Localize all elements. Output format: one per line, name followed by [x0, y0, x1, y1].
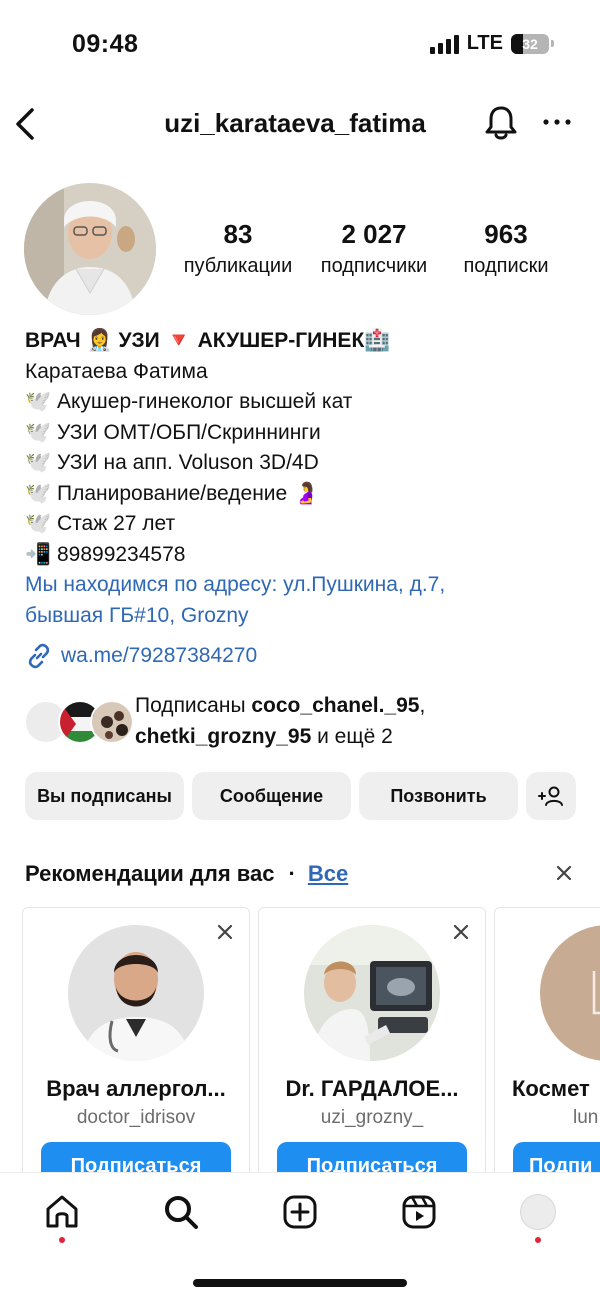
home-indicator: [193, 1279, 407, 1287]
nav-create[interactable]: [277, 1189, 323, 1235]
avatar-image: [24, 183, 156, 315]
more-options-icon[interactable]: [540, 112, 574, 132]
notification-dot: [535, 1237, 541, 1243]
bio-name: Каратаева Фатима: [25, 359, 208, 383]
bio-line: 🕊️ УЗИ на апп. Voluson 3D/4D: [25, 451, 319, 474]
followed-by-prefix: Подписаны: [135, 694, 252, 717]
close-icon[interactable]: [215, 922, 235, 942]
separator-dot: ·: [288, 861, 296, 886]
card-avatar[interactable]: [68, 925, 204, 1061]
nav-search[interactable]: [158, 1189, 204, 1235]
see-all-link[interactable]: Все: [308, 861, 348, 887]
card-username: uzi_grozny_: [320, 1107, 424, 1128]
create-post-icon: [283, 1195, 317, 1229]
battery-icon: 32: [511, 33, 549, 54]
card-username: lun: [573, 1107, 599, 1128]
recommendation-card[interactable]: Врач аллергол... doctor_idrisov Подписат…: [22, 907, 250, 1172]
suggest-people-button[interactable]: [526, 772, 576, 820]
profile-link[interactable]: wa.me/79287384270: [25, 642, 257, 670]
card-avatar-image: [68, 925, 204, 1061]
stat-posts-value: 83: [223, 219, 253, 249]
signal-icon: [429, 34, 459, 54]
stat-posts[interactable]: 83 публикации: [170, 218, 306, 282]
profile-bio: ВРАЧ 👩‍⚕️ УЗИ 🔻 АКУШЕР-ГИНЕК🏥 Каратаева …: [25, 326, 585, 631]
card-avatar-image: [304, 925, 440, 1061]
following-button[interactable]: Вы подписаны: [25, 772, 184, 820]
follower-avatar-image: [92, 702, 132, 742]
card-username: doctor_idrisov: [76, 1107, 196, 1128]
bio-line: 🕊️ Планирование/ведение 🤰: [25, 481, 320, 505]
home-icon: [46, 1195, 78, 1228]
profile-avatar-small: [520, 1194, 556, 1230]
recommendations-header: Рекомендации для вас · Все: [25, 856, 585, 892]
followed-by-user[interactable]: coco_chanel._95: [251, 694, 419, 717]
recommendations-carousel[interactable]: Врач аллергол... doctor_idrisov Подписат…: [22, 907, 600, 1172]
nav-home[interactable]: [39, 1189, 85, 1235]
followed-by-user[interactable]: chetki_grozny_95: [135, 725, 311, 748]
bio-line: 🕊️ УЗИ ОМТ/ОБП/Скриннинги: [25, 420, 321, 444]
follower-avatar: [90, 700, 134, 744]
card-name: Врач аллергол...: [46, 1076, 226, 1101]
stat-following[interactable]: 963 подписки: [442, 218, 570, 282]
card-avatar-image: [540, 925, 600, 1061]
card-avatar[interactable]: [304, 925, 440, 1061]
card-name: Космет: [512, 1076, 590, 1101]
profile-avatar[interactable]: [24, 183, 156, 315]
card-avatar[interactable]: [540, 925, 600, 1061]
recommendation-card[interactable]: Космет lun Подпи: [494, 907, 600, 1172]
followed-by[interactable]: Подписаны coco_chanel._95, chetki_grozny…: [24, 688, 584, 756]
bio-address-line: Мы находимся по адресу: ул.Пушкина, д.7,: [25, 573, 446, 596]
bio-address[interactable]: Мы находимся по адресу: ул.Пушкина, д.7,…: [25, 570, 585, 631]
network-label: LTE: [466, 32, 503, 54]
bio-line: 🕊️ Акушер-гинеколог высшей кат: [25, 390, 353, 413]
follow-button[interactable]: Подписаться: [41, 1142, 231, 1172]
profile-actions: Вы подписаны Сообщение Позвонить: [25, 772, 576, 820]
profile-link-text: wa.me/79287384270: [61, 644, 258, 667]
stat-following-label: подписки: [463, 255, 549, 277]
followed-by-comma: ,: [419, 694, 426, 717]
followed-by-text: Подписаны coco_chanel._95, chetki_grozny…: [135, 690, 425, 752]
follow-button[interactable]: Подпи: [513, 1142, 600, 1172]
notification-dot: [59, 1237, 65, 1243]
follow-button[interactable]: Подписаться: [277, 1142, 467, 1172]
message-button[interactable]: Сообщение: [192, 772, 351, 820]
stat-followers-label: подписчики: [320, 255, 428, 277]
reels-icon: [402, 1195, 436, 1229]
nav-reels[interactable]: [396, 1189, 442, 1235]
add-person-icon: [538, 786, 563, 806]
recommendations-title: Рекомендации для вас: [25, 861, 275, 886]
profile-header: uzi_karataeva_fatima: [0, 96, 600, 152]
status-time: 09:48: [72, 30, 139, 58]
search-icon: [165, 1196, 198, 1229]
status-indicators: LTE 32: [429, 32, 554, 55]
status-bar: 09:48 LTE 32: [0, 0, 600, 90]
close-icon[interactable]: [553, 862, 575, 884]
call-button[interactable]: Позвонить: [359, 772, 518, 820]
stat-followers-value: 2 027: [341, 219, 407, 249]
bio-line: 🕊️ Стаж 27 лет: [25, 512, 176, 535]
recommendation-card[interactable]: Dr. ГАРДАЛОЕ... uzi_grozny_ Подписаться: [258, 907, 486, 1172]
link-icon: [28, 643, 50, 669]
followed-by-suffix: и ещё 2: [311, 725, 393, 748]
bio-address-line: бывшая ГБ#10, Grozny: [25, 603, 249, 627]
profile-stats: 83 публикации 2 027 подписчики 963 подпи…: [170, 218, 580, 282]
nav-profile[interactable]: [515, 1189, 561, 1235]
bell-icon[interactable]: [483, 104, 519, 142]
battery-level: 32: [522, 35, 538, 52]
stat-following-value: 963: [484, 219, 528, 249]
stat-posts-label: публикации: [183, 255, 293, 277]
close-icon[interactable]: [451, 922, 471, 942]
card-name: Dr. ГАРДАЛОЕ...: [285, 1076, 459, 1101]
bio-title: ВРАЧ 👩‍⚕️ УЗИ 🔻 АКУШЕР-ГИНЕК🏥: [25, 329, 391, 352]
bio-phone: 📲 89899234578: [25, 542, 186, 566]
battery-tip: [551, 40, 554, 47]
stat-followers[interactable]: 2 027 подписчики: [306, 218, 442, 282]
